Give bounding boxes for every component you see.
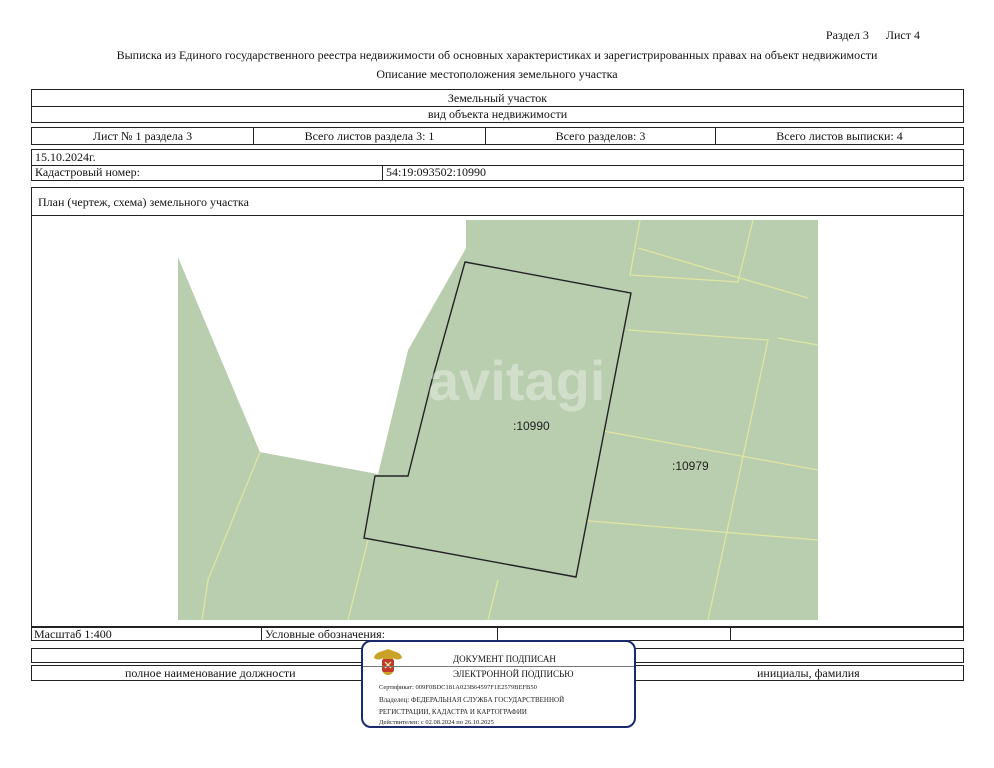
sheet-of-section: Лист № 1 раздела 3	[32, 128, 254, 144]
stamp-owner: Владелец: ФЕДЕРАЛЬНАЯ СЛУЖБА ГОСУДАРСТВЕ…	[379, 696, 565, 704]
scale-legend-row: Масштаб 1:400 Условные обозначения:	[31, 627, 964, 641]
parcel-10990-label: :10990	[513, 419, 550, 433]
sheet-number: Лист 4	[885, 28, 920, 42]
stamp-certificate: Сертификат: 009F0BDC181A023B64597F1E2579…	[379, 684, 537, 691]
parcel-map: avitagi :10990 :10979	[178, 220, 818, 620]
watermark: avitagi	[428, 349, 605, 412]
document-title: Выписка из Единого государственного реес…	[116, 48, 878, 62]
object-type-caption: вид объекта недвижимости	[427, 107, 568, 121]
stamp-owner2: РЕГИСТРАЦИИ, КАДАСТРА И КАРТОГРАФИИ	[379, 708, 527, 716]
plan-drawing: avitagi :10990 :10979	[178, 220, 818, 620]
emblem-icon	[374, 649, 402, 675]
electronic-signature-stamp: ДОКУМЕНТ ПОДПИСАН ЭЛЕКТРОННОЙ ПОДПИСЬЮ С…	[361, 640, 636, 728]
cadastral-label: Кадастровый номер:	[35, 165, 140, 179]
page-header-right: Раздел 3 Лист 4	[780, 28, 920, 43]
stamp-validity: Действителен: с 02.08.2024 по 26.10.2025	[379, 719, 494, 726]
object-type: Земельный участок	[447, 91, 548, 105]
parcel-10979-label: :10979	[672, 459, 709, 473]
object-type-box: Земельный участок вид объекта недвижимос…	[31, 89, 964, 123]
position-caption: полное наименование должности	[125, 666, 296, 680]
total-sections: Всего разделов: 3	[486, 128, 716, 144]
plan-label: План (чертеж, схема) земельного участка	[38, 195, 249, 209]
extract-date: 15.10.2024г.	[35, 150, 96, 164]
stamp-line1: ДОКУМЕНТ ПОДПИСАН	[453, 654, 556, 664]
sheet-info-row: Лист № 1 раздела 3 Всего листов раздела …	[31, 127, 964, 145]
document-subtitle: Описание местоположения земельного участ…	[376, 67, 618, 81]
section-number: Раздел 3	[825, 28, 869, 42]
cadastral-number: 54:19:093502:10990	[386, 165, 487, 179]
date-cadastral-box: 15.10.2024г. Кадастровый номер: 54:19:09…	[31, 149, 964, 181]
total-sheets-extract: Всего листов выписки: 4	[776, 129, 903, 143]
stamp-line2: ЭЛЕКТРОННОЙ ПОДПИСЬЮ	[453, 669, 574, 679]
scale-text: Масштаб 1:400	[34, 627, 112, 641]
total-sheets-section: Всего листов раздела 3: 1	[254, 128, 486, 144]
initials-caption: инициалы, фамилия	[757, 666, 860, 680]
